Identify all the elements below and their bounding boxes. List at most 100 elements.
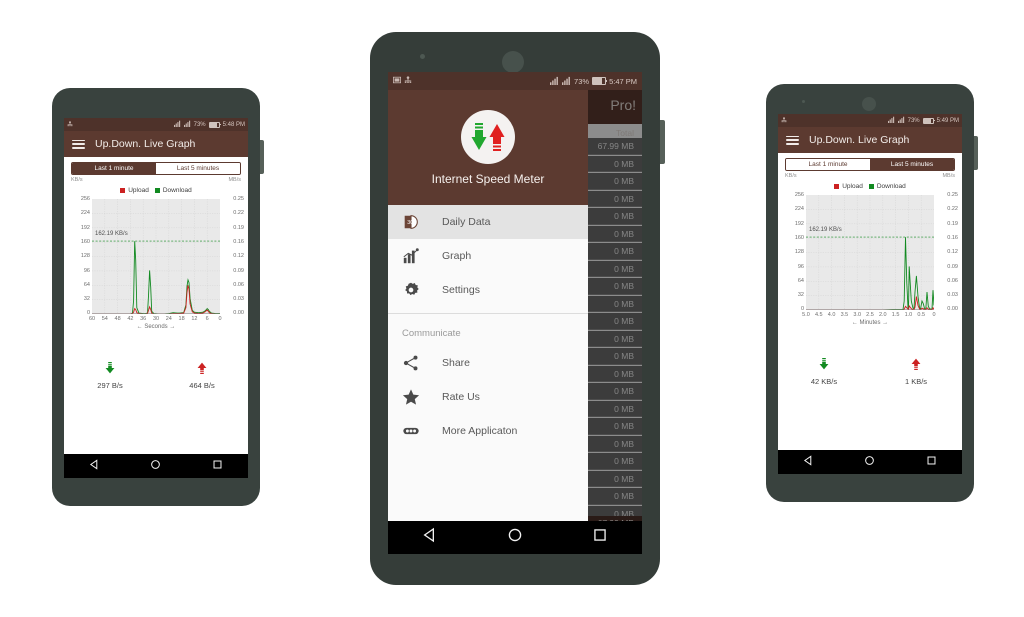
y-tick: 160 bbox=[80, 239, 90, 245]
y2-tick: 0.06 bbox=[233, 282, 244, 288]
speed-summary-left: 297 B/s 464 B/s bbox=[64, 361, 248, 390]
legend-label-upload: Upload bbox=[842, 183, 863, 190]
phone-center: Pro! Total 67.99 MB 0 MB 0 MB 0 MB 0 MB 0 MB 0… bbox=[370, 32, 665, 585]
hamburger-icon[interactable] bbox=[72, 139, 85, 149]
sensor-dot-icon bbox=[420, 54, 425, 59]
nav-recents-icon[interactable] bbox=[592, 527, 608, 548]
drawer-item-label: Share bbox=[442, 357, 471, 369]
nav-back-icon[interactable] bbox=[89, 457, 100, 475]
y2-tick: 0.09 bbox=[233, 268, 244, 274]
drawer-item-daily-data[interactable]: 30 Daily Data bbox=[388, 205, 588, 239]
drawer-item-share[interactable]: Share bbox=[388, 346, 588, 380]
drawer-app-title: Internet Speed Meter bbox=[431, 171, 545, 186]
nav-bar-center bbox=[388, 521, 642, 554]
download-speed-value: 297 B/s bbox=[97, 381, 123, 390]
download-arrow-icon bbox=[778, 357, 870, 375]
legend-label-upload: Upload bbox=[128, 187, 149, 194]
y-tick: 224 bbox=[80, 210, 90, 216]
status-bar-right: 73% 5:49 PM bbox=[778, 114, 962, 127]
y2-tick: 0.19 bbox=[233, 225, 244, 231]
tab-last-1-minute[interactable]: Last 1 minute bbox=[72, 163, 156, 174]
nav-back-icon[interactable] bbox=[803, 453, 814, 471]
legend-label-download: Download bbox=[876, 183, 906, 190]
plot-area-right bbox=[806, 195, 935, 311]
upload-speed-value: 1 KB/s bbox=[904, 377, 928, 386]
ftp-icon bbox=[781, 116, 787, 125]
peak-speed-label: 162.19 KB/s bbox=[95, 231, 128, 237]
ftp-icon bbox=[404, 76, 412, 86]
x-axis-label: ← Minutes → bbox=[851, 320, 889, 326]
phone-right-screen: 73% 5:49 PM Up.Down. Live Graph Last 1 m… bbox=[778, 114, 962, 474]
plot-svg-right bbox=[806, 195, 935, 311]
drawer-group-text: Communicate bbox=[402, 327, 461, 339]
y2-tick: 0.25 bbox=[947, 192, 958, 198]
y2-tick: 0.09 bbox=[947, 264, 958, 270]
live-graph-right: KB/s MB/s Upload Download 162.19 KB/s 25… bbox=[778, 171, 962, 346]
clock-label: 5:48 PM bbox=[222, 121, 245, 128]
y-tick: 32 bbox=[797, 292, 804, 298]
daily-data-icon: 30 bbox=[402, 213, 420, 231]
y2-tick: 0.03 bbox=[233, 296, 244, 302]
power-button[interactable] bbox=[974, 136, 978, 170]
y-axis-unit-left: KB/s bbox=[71, 177, 83, 183]
hamburger-icon[interactable] bbox=[786, 135, 799, 145]
y-tick: 128 bbox=[80, 253, 90, 259]
drawer-item-graph[interactable]: Graph bbox=[388, 239, 588, 273]
sensor-dot-icon bbox=[802, 100, 805, 103]
nav-home-icon[interactable] bbox=[507, 527, 523, 548]
nav-home-icon[interactable] bbox=[864, 453, 875, 471]
power-button[interactable] bbox=[260, 140, 264, 174]
legend-swatch-upload bbox=[834, 184, 840, 189]
y2-tick: 0.22 bbox=[233, 210, 244, 216]
plot-area-left bbox=[92, 199, 220, 315]
clock-label: 5:49 PM bbox=[936, 117, 959, 124]
drawer-item-settings[interactable]: Settings bbox=[388, 273, 588, 307]
y-tick: 32 bbox=[83, 296, 90, 302]
tab-last-5-minutes[interactable]: Last 5 minutes bbox=[156, 163, 240, 174]
drawer-divider bbox=[388, 313, 588, 314]
app-bar-right: Up.Down. Live Graph bbox=[778, 127, 962, 153]
nav-recents-icon[interactable] bbox=[212, 457, 223, 475]
y-tick: 128 bbox=[794, 249, 804, 255]
tab-bar-right: Last 1 minute Last 5 minutes bbox=[778, 153, 962, 171]
svg-text:30: 30 bbox=[407, 220, 413, 226]
y2-tick: 0.16 bbox=[947, 235, 958, 241]
tab-last-1-minute[interactable]: Last 1 minute bbox=[786, 159, 870, 170]
battery-icon bbox=[922, 117, 935, 124]
drawer-item-more-application[interactable]: More Applicaton bbox=[388, 414, 588, 448]
nav-home-icon[interactable] bbox=[150, 457, 161, 475]
signal-bars-icon bbox=[562, 76, 571, 87]
x-axis-label: ← Seconds → bbox=[136, 324, 176, 330]
y2-tick: 0.19 bbox=[947, 221, 958, 227]
navigation-drawer: Internet Speed Meter 30 Daily Data Graph bbox=[388, 90, 588, 530]
y2-tick: 0.22 bbox=[947, 206, 958, 212]
drawer-item-label: Daily Data bbox=[442, 216, 491, 228]
tab-last-5-minutes[interactable]: Last 5 minutes bbox=[870, 159, 954, 170]
phone-left: 73% 5:48 PM Up.Down. Live Graph Last 1 m… bbox=[52, 88, 264, 506]
power-button[interactable] bbox=[660, 120, 665, 164]
page-title: Up.Down. Live Graph bbox=[809, 134, 910, 146]
battery-icon bbox=[592, 77, 608, 85]
upload-speed-cell: 1 KB/s bbox=[870, 357, 962, 386]
nav-bar-left bbox=[64, 454, 248, 478]
y-tick: 96 bbox=[797, 264, 804, 270]
earpiece-speaker bbox=[862, 97, 876, 111]
download-arrow-icon bbox=[64, 361, 156, 379]
legend-swatch-upload bbox=[120, 188, 126, 193]
nav-back-icon[interactable] bbox=[422, 527, 438, 548]
y2-tick: 0.03 bbox=[947, 292, 958, 298]
upload-speed-cell: 464 B/s bbox=[156, 361, 248, 390]
chart-legend: Upload Download bbox=[64, 187, 248, 194]
phone-right: 73% 5:49 PM Up.Down. Live Graph Last 1 m… bbox=[766, 84, 978, 502]
drawer-header: Internet Speed Meter bbox=[388, 90, 588, 205]
plot-svg-left bbox=[92, 199, 220, 315]
speed-meter-logo-icon bbox=[461, 109, 515, 164]
y-axis-unit-right: KB/s bbox=[785, 173, 797, 179]
drawer-item-rate-us[interactable]: Rate Us bbox=[388, 380, 588, 414]
screenshot-icon bbox=[393, 76, 401, 86]
signal-bars-icon bbox=[183, 120, 191, 129]
legend-swatch-download bbox=[868, 184, 874, 189]
gear-icon bbox=[402, 281, 420, 299]
x-tick: 0 bbox=[218, 316, 222, 322]
nav-recents-icon[interactable] bbox=[926, 453, 937, 471]
